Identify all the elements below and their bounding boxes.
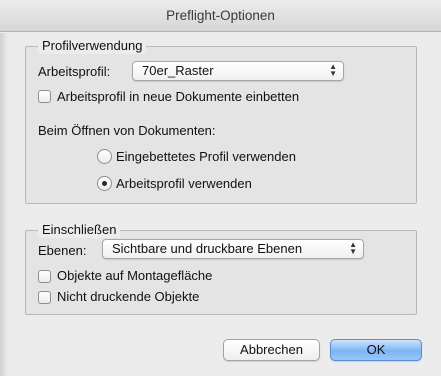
ok-button[interactable]: OK bbox=[330, 339, 422, 361]
work-profile-popup[interactable]: 70er_Raster ▲ ▼ bbox=[132, 61, 344, 81]
layers-value: Sichtbare und druckbare Ebenen bbox=[112, 241, 303, 256]
layers-label: Ebenen: bbox=[38, 243, 87, 258]
work-profile-value: 70er_Raster bbox=[142, 63, 214, 78]
embed-profile-checkbox[interactable] bbox=[38, 90, 51, 103]
title-bar: Preflight-Optionen bbox=[0, 0, 441, 32]
profile-group-title: Profilverwendung bbox=[38, 38, 147, 54]
work-profile-label: Arbeitsprofil: bbox=[38, 64, 111, 79]
opening-documents-label: Beim Öffnen von Dokumenten: bbox=[38, 123, 216, 138]
pasteboard-objects-label[interactable]: Objekte auf Montagefläche bbox=[57, 268, 212, 284]
radio-work-profile[interactable] bbox=[97, 176, 112, 191]
layers-popup[interactable]: Sichtbare und druckbare Ebenen ▲ ▼ bbox=[102, 239, 364, 259]
radio-work-profile-label[interactable]: Arbeitsprofil verwenden bbox=[116, 176, 252, 192]
nonprinting-objects-checkbox[interactable] bbox=[38, 291, 51, 304]
include-group-title: Einschließen bbox=[38, 222, 121, 238]
radio-embedded-profile[interactable] bbox=[97, 149, 112, 164]
embed-profile-label[interactable]: Arbeitsprofil in neue Dokumente einbette… bbox=[57, 89, 299, 105]
radio-embedded-profile-label[interactable]: Eingebettetes Profil verwenden bbox=[116, 149, 296, 165]
window-left-edge bbox=[0, 33, 8, 376]
nonprinting-objects-label[interactable]: Nicht druckende Objekte bbox=[57, 289, 199, 305]
up-down-arrows-icon: ▲ ▼ bbox=[349, 240, 357, 256]
window-title: Preflight-Optionen bbox=[166, 8, 275, 23]
up-down-arrows-icon: ▲ ▼ bbox=[329, 62, 337, 78]
cancel-button[interactable]: Abbrechen bbox=[223, 339, 320, 361]
pasteboard-objects-checkbox[interactable] bbox=[38, 270, 51, 283]
